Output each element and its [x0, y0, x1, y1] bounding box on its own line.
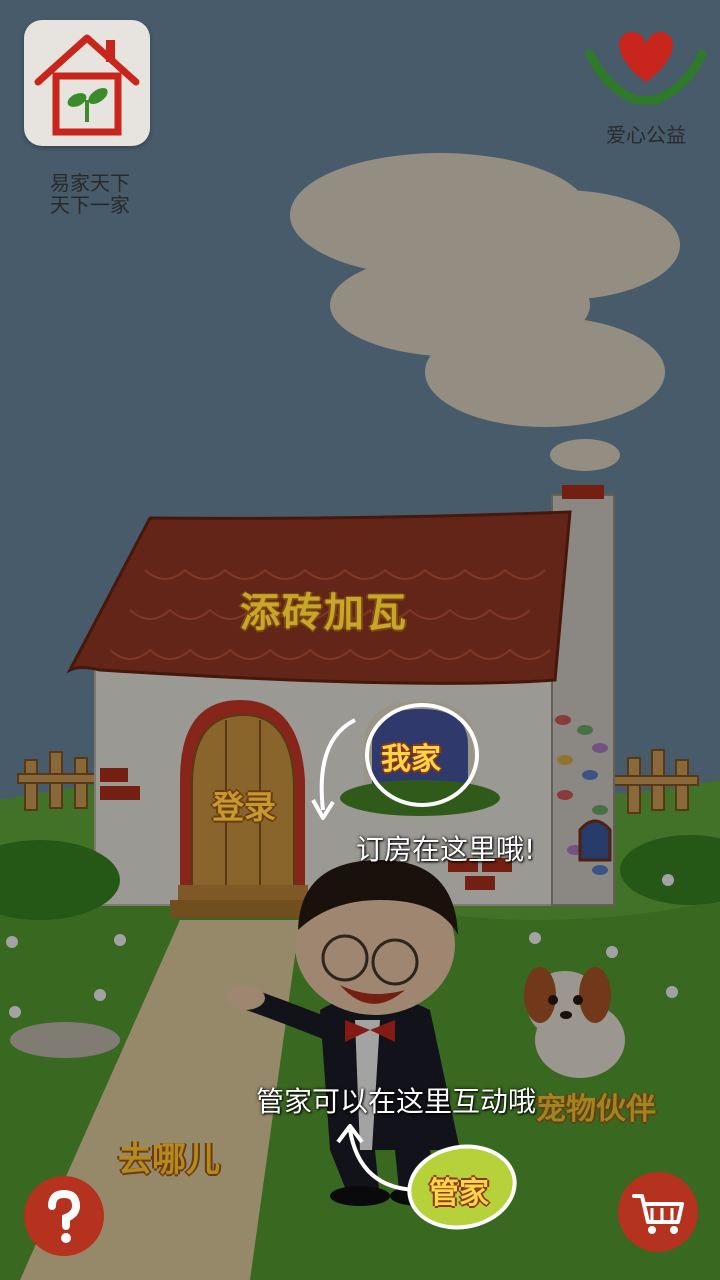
- help-button[interactable]: [24, 1176, 104, 1256]
- slogan: 易家天下 天下一家: [20, 172, 160, 216]
- slogan-line-1: 易家天下: [50, 171, 130, 195]
- home-logo-button[interactable]: [24, 20, 150, 146]
- curved-arrow-icon: [311, 718, 356, 820]
- butler-label: 管家: [429, 1176, 489, 1211]
- heart-hands-icon: [585, 32, 707, 105]
- shopping-cart-icon: [632, 1194, 684, 1234]
- charity-label: 爱心公益: [606, 123, 686, 147]
- game-home-scene: 易家天下 天下一家 爱心公益 添砖加瓦 登录 我家 订房在这里哦! 管家可以在这…: [0, 0, 720, 1280]
- charity-button[interactable]: 爱心公益: [582, 22, 710, 152]
- login-door-button[interactable]: 登录: [212, 782, 276, 828]
- where-to-go-label[interactable]: 去哪儿: [118, 1132, 220, 1181]
- pet-label[interactable]: 宠物伙伴: [536, 1084, 656, 1128]
- house-title[interactable]: 添砖加瓦: [240, 580, 408, 638]
- question-icon: [48, 1189, 81, 1243]
- butler-hint: 管家可以在这里互动哦: [256, 1085, 537, 1118]
- my-home-label: 我家: [381, 742, 441, 777]
- slogan-line-2: 天下一家: [50, 193, 130, 217]
- my-home-window-button[interactable]: 我家: [363, 700, 481, 810]
- house-sprout-icon: [34, 34, 140, 136]
- shopping-cart-button[interactable]: [618, 1172, 698, 1252]
- butler-button[interactable]: 管家: [405, 1142, 520, 1232]
- booking-hint: 订房在这里哦!: [356, 833, 536, 866]
